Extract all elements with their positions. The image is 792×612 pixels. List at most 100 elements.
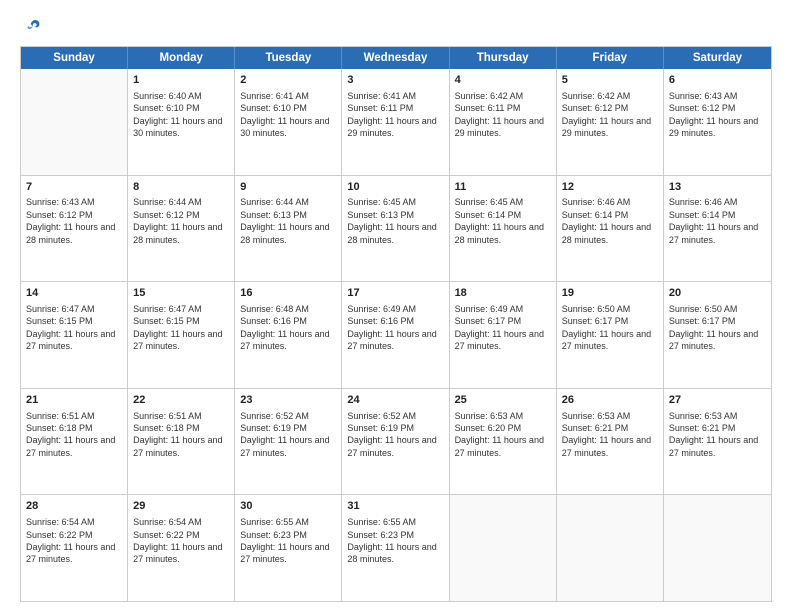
- day-info: Sunrise: 6:53 AM Sunset: 6:21 PM Dayligh…: [669, 410, 766, 460]
- weekday-header-thursday: Thursday: [450, 47, 557, 69]
- day-cell-19: 19 Sunrise: 6:50 AM Sunset: 6:17 PM Dayli…: [557, 282, 664, 388]
- day-number: 7: [26, 180, 122, 195]
- day-cell-30: 30 Sunrise: 6:55 AM Sunset: 6:23 PM Dayli…: [235, 495, 342, 601]
- day-cell-12: 12Sunrise: 6:46 AM Sunset: 6:14 PM Dayli…: [557, 176, 664, 282]
- day-info: Sunrise: 6:51 AM Sunset: 6:18 PM Dayligh…: [26, 410, 122, 460]
- logo-bird-icon: [24, 18, 42, 36]
- day-info: Sunrise: 6:45 AM Sunset: 6:14 PM Dayligh…: [455, 196, 551, 246]
- day-number: 12: [562, 180, 658, 195]
- day-number: 22: [133, 393, 229, 408]
- day-info: Sunrise: 6:50 AM Sunset: 6:17 PM Dayligh…: [669, 303, 766, 353]
- day-cell-15: 15 Sunrise: 6:47 AM Sunset: 6:15 PM Dayli…: [128, 282, 235, 388]
- day-number: 11: [455, 180, 551, 195]
- day-number: 9: [240, 180, 336, 195]
- day-number: 16: [240, 286, 336, 301]
- day-number: 17: [347, 286, 443, 301]
- day-cell-29: 29 Sunrise: 6:54 AM Sunset: 6:22 PM Dayli…: [128, 495, 235, 601]
- day-cell-24: 24 Sunrise: 6:52 AM Sunset: 6:19 PM Dayli…: [342, 389, 449, 495]
- day-info: Sunrise: 6:42 AM Sunset: 6:11 PM Dayligh…: [455, 90, 551, 140]
- day-cell-28: 28 Sunrise: 6:54 AM Sunset: 6:22 PM Dayli…: [21, 495, 128, 601]
- day-info: Sunrise: 6:40 AM Sunset: 6:10 PM Dayligh…: [133, 90, 229, 140]
- day-cell-11: 11Sunrise: 6:45 AM Sunset: 6:14 PM Dayli…: [450, 176, 557, 282]
- day-cell-10: 10Sunrise: 6:45 AM Sunset: 6:13 PM Dayli…: [342, 176, 449, 282]
- day-info: Sunrise: 6:45 AM Sunset: 6:13 PM Dayligh…: [347, 196, 443, 246]
- calendar-row-2: 7Sunrise: 6:43 AM Sunset: 6:12 PM Daylig…: [21, 175, 771, 282]
- weekday-header-sunday: Sunday: [21, 47, 128, 69]
- day-info: Sunrise: 6:44 AM Sunset: 6:13 PM Dayligh…: [240, 196, 336, 246]
- calendar-row-5: 28 Sunrise: 6:54 AM Sunset: 6:22 PM Dayli…: [21, 494, 771, 601]
- day-info: Sunrise: 6:42 AM Sunset: 6:12 PM Dayligh…: [562, 90, 658, 140]
- day-number: 3: [347, 73, 443, 88]
- calendar-row-3: 14 Sunrise: 6:47 AM Sunset: 6:15 PM Dayli…: [21, 281, 771, 388]
- day-cell-5: 5 Sunrise: 6:42 AM Sunset: 6:12 PM Daylig…: [557, 69, 664, 175]
- day-info: Sunrise: 6:54 AM Sunset: 6:22 PM Dayligh…: [133, 516, 229, 566]
- day-cell-21: 21 Sunrise: 6:51 AM Sunset: 6:18 PM Dayli…: [21, 389, 128, 495]
- day-cell-22: 22Sunrise: 6:51 AM Sunset: 6:18 PM Dayli…: [128, 389, 235, 495]
- logo: [20, 18, 44, 36]
- day-number: 8: [133, 180, 229, 195]
- day-cell-4: 4 Sunrise: 6:42 AM Sunset: 6:11 PM Daylig…: [450, 69, 557, 175]
- day-number: 13: [669, 180, 766, 195]
- calendar: SundayMondayTuesdayWednesdayThursdayFrid…: [20, 46, 772, 602]
- day-cell-16: 16Sunrise: 6:48 AM Sunset: 6:16 PM Dayli…: [235, 282, 342, 388]
- day-info: Sunrise: 6:54 AM Sunset: 6:22 PM Dayligh…: [26, 516, 122, 566]
- day-number: 31: [347, 499, 443, 514]
- day-cell-2: 2 Sunrise: 6:41 AM Sunset: 6:10 PM Daylig…: [235, 69, 342, 175]
- day-number: 25: [455, 393, 551, 408]
- day-info: Sunrise: 6:41 AM Sunset: 6:10 PM Dayligh…: [240, 90, 336, 140]
- day-info: Sunrise: 6:43 AM Sunset: 6:12 PM Dayligh…: [669, 90, 766, 140]
- day-number: 24: [347, 393, 443, 408]
- weekday-header-wednesday: Wednesday: [342, 47, 449, 69]
- day-info: Sunrise: 6:55 AM Sunset: 6:23 PM Dayligh…: [240, 516, 336, 566]
- day-number: 1: [133, 73, 229, 88]
- day-number: 28: [26, 499, 122, 514]
- day-number: 10: [347, 180, 443, 195]
- day-number: 14: [26, 286, 122, 301]
- day-number: 5: [562, 73, 658, 88]
- day-cell-26: 26 Sunrise: 6:53 AM Sunset: 6:21 PM Dayli…: [557, 389, 664, 495]
- day-info: Sunrise: 6:52 AM Sunset: 6:19 PM Dayligh…: [240, 410, 336, 460]
- day-info: Sunrise: 6:41 AM Sunset: 6:11 PM Dayligh…: [347, 90, 443, 140]
- day-cell-25: 25Sunrise: 6:53 AM Sunset: 6:20 PM Dayli…: [450, 389, 557, 495]
- day-number: 30: [240, 499, 336, 514]
- weekday-header-tuesday: Tuesday: [235, 47, 342, 69]
- empty-cell-r4c5: [557, 495, 664, 601]
- page: SundayMondayTuesdayWednesdayThursdayFrid…: [0, 0, 792, 612]
- day-info: Sunrise: 6:47 AM Sunset: 6:15 PM Dayligh…: [133, 303, 229, 353]
- day-number: 6: [669, 73, 766, 88]
- calendar-row-4: 21 Sunrise: 6:51 AM Sunset: 6:18 PM Dayli…: [21, 388, 771, 495]
- day-cell-6: 6 Sunrise: 6:43 AM Sunset: 6:12 PM Daylig…: [664, 69, 771, 175]
- day-cell-8: 8Sunrise: 6:44 AM Sunset: 6:12 PM Daylig…: [128, 176, 235, 282]
- day-cell-18: 18Sunrise: 6:49 AM Sunset: 6:17 PM Dayli…: [450, 282, 557, 388]
- day-number: 19: [562, 286, 658, 301]
- day-number: 29: [133, 499, 229, 514]
- day-cell-14: 14 Sunrise: 6:47 AM Sunset: 6:15 PM Dayli…: [21, 282, 128, 388]
- day-info: Sunrise: 6:44 AM Sunset: 6:12 PM Dayligh…: [133, 196, 229, 246]
- day-number: 4: [455, 73, 551, 88]
- day-number: 26: [562, 393, 658, 408]
- weekday-header-friday: Friday: [557, 47, 664, 69]
- empty-cell-r0c0: [21, 69, 128, 175]
- day-cell-27: 27 Sunrise: 6:53 AM Sunset: 6:21 PM Dayli…: [664, 389, 771, 495]
- day-number: 18: [455, 286, 551, 301]
- day-cell-7: 7Sunrise: 6:43 AM Sunset: 6:12 PM Daylig…: [21, 176, 128, 282]
- day-number: 2: [240, 73, 336, 88]
- header: [20, 18, 772, 36]
- day-number: 21: [26, 393, 122, 408]
- day-info: Sunrise: 6:46 AM Sunset: 6:14 PM Dayligh…: [562, 196, 658, 246]
- day-cell-23: 23 Sunrise: 6:52 AM Sunset: 6:19 PM Dayli…: [235, 389, 342, 495]
- day-info: Sunrise: 6:50 AM Sunset: 6:17 PM Dayligh…: [562, 303, 658, 353]
- day-number: 23: [240, 393, 336, 408]
- day-number: 20: [669, 286, 766, 301]
- day-cell-17: 17Sunrise: 6:49 AM Sunset: 6:16 PM Dayli…: [342, 282, 449, 388]
- day-cell-9: 9Sunrise: 6:44 AM Sunset: 6:13 PM Daylig…: [235, 176, 342, 282]
- day-cell-1: 1 Sunrise: 6:40 AM Sunset: 6:10 PM Daylig…: [128, 69, 235, 175]
- day-cell-31: 31Sunrise: 6:55 AM Sunset: 6:23 PM Dayli…: [342, 495, 449, 601]
- day-number: 27: [669, 393, 766, 408]
- day-info: Sunrise: 6:46 AM Sunset: 6:14 PM Dayligh…: [669, 196, 766, 246]
- empty-cell-r4c6: [664, 495, 771, 601]
- day-number: 15: [133, 286, 229, 301]
- day-info: Sunrise: 6:52 AM Sunset: 6:19 PM Dayligh…: [347, 410, 443, 460]
- day-info: Sunrise: 6:47 AM Sunset: 6:15 PM Dayligh…: [26, 303, 122, 353]
- day-info: Sunrise: 6:53 AM Sunset: 6:21 PM Dayligh…: [562, 410, 658, 460]
